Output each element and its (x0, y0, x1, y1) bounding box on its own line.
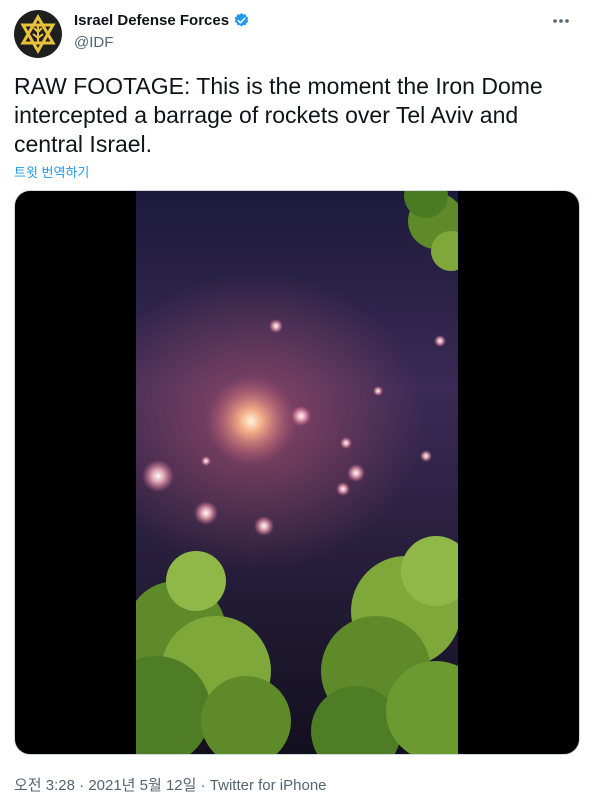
tweet-source: Twitter for iPhone (209, 777, 327, 794)
verified-badge-icon (234, 13, 249, 27)
meta-separator: · (200, 777, 206, 794)
video-frame-night-sky (136, 191, 458, 754)
tweet-date[interactable]: 2021년 5월 12일 (88, 777, 196, 794)
more-horizontal-icon (553, 19, 569, 23)
author-handle[interactable]: @IDF (74, 34, 113, 51)
translate-tweet-link[interactable]: 트윗 번역하기 (14, 162, 89, 181)
tweet-time[interactable]: 오전 3:28 (14, 777, 75, 794)
tweet-text: RAW FOOTAGE: This is the moment the Iron… (14, 73, 543, 157)
more-options-button[interactable] (548, 8, 574, 34)
tweet-metadata: 오전 3:28 · 2021년 5월 12일 · Twitter for iPh… (14, 774, 327, 795)
video-frame (136, 191, 458, 754)
display-name-text: Israel Defense Forces (74, 12, 230, 29)
author-display-name[interactable]: Israel Defense Forces (74, 12, 250, 29)
avatar[interactable] (14, 10, 62, 58)
idf-emblem-icon (20, 14, 56, 54)
meta-separator: · (79, 777, 85, 794)
tweet-media-video[interactable] (14, 190, 580, 755)
